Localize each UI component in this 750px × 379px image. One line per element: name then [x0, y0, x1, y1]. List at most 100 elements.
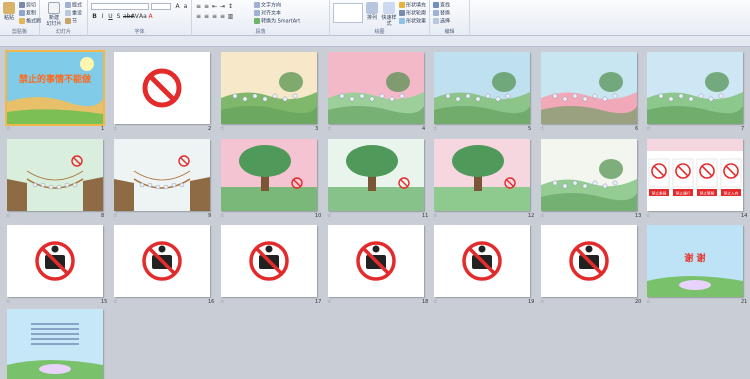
grow-font-icon[interactable]: A: [174, 3, 181, 10]
decrease-indent-icon[interactable]: ⇤: [211, 3, 218, 10]
transition-star-icon[interactable]: ☆: [113, 213, 117, 219]
font-family-combo[interactable]: [91, 3, 149, 10]
transition-star-icon[interactable]: ☆: [646, 213, 650, 219]
transition-star-icon[interactable]: ☆: [540, 126, 544, 132]
case-button[interactable]: Aa: [139, 13, 147, 20]
transition-star-icon[interactable]: ☆: [220, 299, 224, 305]
prohibition-bar: [148, 74, 176, 102]
find-button[interactable]: 查找: [433, 2, 450, 9]
slide-thumbnail-2[interactable]: [114, 52, 210, 124]
font-size-combo[interactable]: [151, 3, 171, 10]
slide-number: 6: [635, 126, 639, 132]
slide-thumbnail-11[interactable]: [328, 139, 424, 211]
thanks-text: 谢 谢: [684, 252, 705, 264]
slide-thumbnail-18[interactable]: [328, 225, 424, 297]
paste-button[interactable]: 粘贴: [1, 2, 17, 21]
text-direction-button[interactable]: 文字方向: [254, 2, 281, 9]
align-left-icon[interactable]: ≡: [195, 13, 202, 20]
transition-star-icon[interactable]: ☆: [113, 299, 117, 305]
transition-star-icon[interactable]: ☆: [433, 299, 437, 305]
arrange-button[interactable]: 排列: [364, 2, 380, 21]
layout-button[interactable]: 版式: [65, 2, 82, 9]
slide-thumbnail-6[interactable]: [541, 52, 637, 124]
transition-star-icon[interactable]: ☆: [113, 126, 117, 132]
smartart-button[interactable]: 转换为 SmartArt: [254, 18, 300, 25]
slide-thumbnail-8[interactable]: [7, 139, 103, 211]
new-slide-button[interactable]: 新建 幻灯片: [46, 2, 62, 27]
slide-number: 3: [315, 126, 319, 132]
underline-button[interactable]: U: [107, 13, 114, 20]
strikethrough-button[interactable]: abc: [123, 13, 134, 20]
slide-thumbnail-4[interactable]: [328, 52, 424, 124]
quick-styles-button[interactable]: 快速样式: [381, 2, 397, 27]
transition-star-icon[interactable]: ☆: [433, 213, 437, 219]
layout-icon: [65, 2, 71, 8]
copy-button[interactable]: 复制: [19, 10, 36, 17]
slide-number: 13: [635, 213, 642, 219]
numbering-icon[interactable]: ≡: [203, 3, 210, 10]
shadow-button[interactable]: S: [115, 13, 122, 20]
cut-button[interactable]: 剪切: [19, 2, 36, 9]
drawing-group: 排列 快速样式 形状填充 形状轮廓 形状效果 绘图: [330, 0, 430, 36]
slide-title-text: 禁止的事情不能做: [19, 73, 92, 85]
slide-thumbnail-14[interactable]: 禁止乘骑 禁止通行 禁止攀登 禁止入内: [647, 139, 743, 211]
slide-thumbnail-3[interactable]: [221, 52, 317, 124]
spacing-button[interactable]: AV: [131, 13, 139, 20]
align-right-icon[interactable]: ≡: [211, 13, 218, 20]
transition-star-icon[interactable]: ☆: [220, 126, 224, 132]
slide-thumbnail-5[interactable]: [434, 52, 530, 124]
transition-star-icon[interactable]: ☆: [327, 126, 331, 132]
select-button[interactable]: 选择: [433, 18, 450, 25]
slide-thumbnail-16[interactable]: [114, 225, 210, 297]
increase-indent-icon[interactable]: ⇥: [219, 3, 226, 10]
align-text-button[interactable]: 对齐文本: [254, 10, 281, 17]
reset-button[interactable]: 重设: [65, 10, 82, 17]
shape-outline-button[interactable]: 形状轮廓: [399, 10, 426, 17]
section-button[interactable]: 节: [65, 18, 77, 25]
transition-star-icon[interactable]: ☆: [540, 213, 544, 219]
transition-star-icon[interactable]: ☆: [327, 213, 331, 219]
shapes-gallery[interactable]: [333, 3, 363, 23]
slide-thumbnail-1[interactable]: 禁止的事情不能做: [5, 50, 105, 126]
align-center-icon[interactable]: ≡: [203, 13, 210, 20]
transition-star-icon[interactable]: ☆: [646, 126, 650, 132]
shape-fill-button[interactable]: 形状填充: [399, 2, 426, 9]
slide-thumbnail-13[interactable]: [541, 139, 637, 211]
slide-number: 15: [101, 299, 108, 305]
section-icon: [65, 18, 71, 24]
replace-button[interactable]: 替换: [433, 10, 450, 17]
slide-number: 10: [315, 213, 322, 219]
slide-number: 18: [422, 299, 429, 305]
transition-star-icon[interactable]: ☆: [327, 299, 331, 305]
slide-thumbnail-22[interactable]: [7, 309, 103, 379]
transition-star-icon[interactable]: ☆: [6, 126, 10, 132]
slide-thumbnail-17[interactable]: [221, 225, 317, 297]
transition-star-icon[interactable]: ☆: [646, 299, 650, 305]
slide-thumbnail-12[interactable]: [434, 139, 530, 211]
fill-bucket-icon: [399, 2, 405, 8]
transition-star-icon[interactable]: ☆: [433, 126, 437, 132]
slide-thumbnail-15[interactable]: [7, 225, 103, 297]
columns-icon[interactable]: ▥: [227, 13, 234, 20]
slide-thumbnail-21[interactable]: 谢 谢: [647, 225, 743, 297]
font-color-button[interactable]: A: [147, 13, 154, 20]
justify-icon[interactable]: ≡: [219, 13, 226, 20]
format-painter-button[interactable]: 格式刷: [19, 18, 41, 25]
transition-star-icon[interactable]: ☆: [6, 213, 10, 219]
slide-thumbnail-7[interactable]: [647, 52, 743, 124]
slide-thumbnail-10[interactable]: [221, 139, 317, 211]
bold-button[interactable]: B: [91, 13, 98, 20]
line-spacing-icon[interactable]: ↕: [227, 3, 234, 10]
quick-styles-icon: [383, 2, 395, 14]
slide-thumbnail-19[interactable]: [434, 225, 530, 297]
sign-label: 禁止通行: [676, 190, 691, 195]
slide-thumbnail-9[interactable]: [114, 139, 210, 211]
transition-star-icon[interactable]: ☆: [220, 213, 224, 219]
transition-star-icon[interactable]: ☆: [6, 299, 10, 305]
shape-effects-button[interactable]: 形状效果: [399, 18, 426, 25]
shrink-font-icon[interactable]: a: [182, 3, 189, 10]
slide-thumbnail-20[interactable]: [541, 225, 637, 297]
transition-star-icon[interactable]: ☆: [540, 299, 544, 305]
italic-button[interactable]: I: [99, 13, 106, 20]
bullets-icon[interactable]: ≡: [195, 3, 202, 10]
